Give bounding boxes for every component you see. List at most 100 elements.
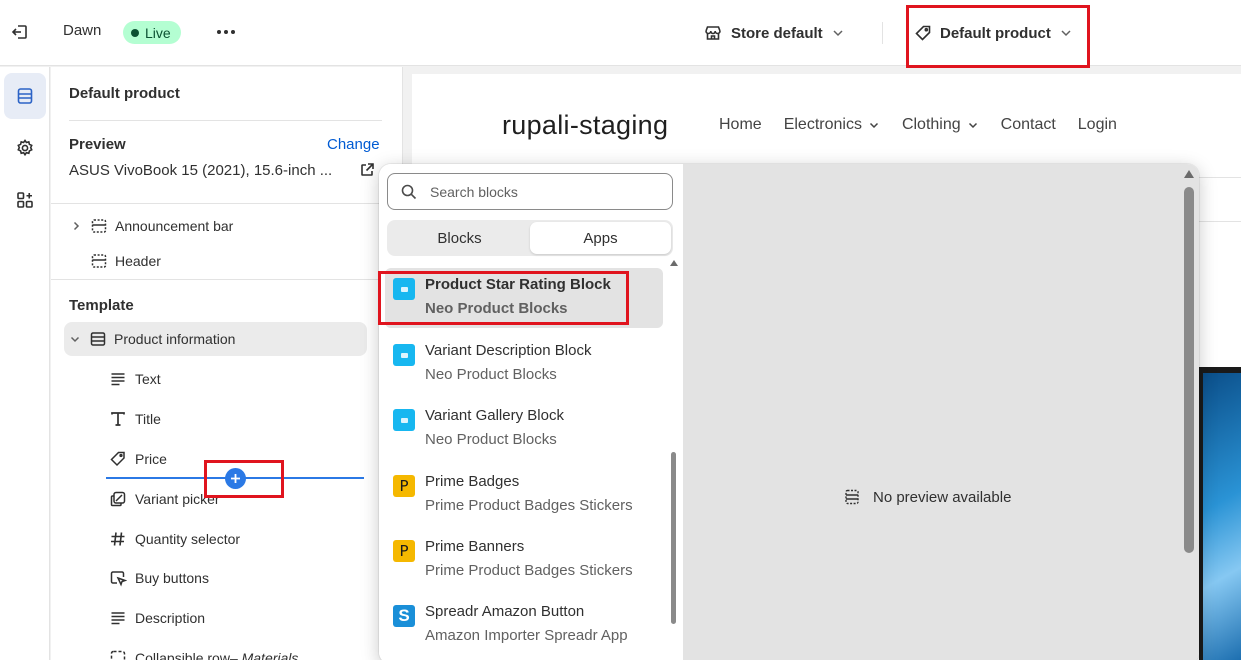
- search-blocks-input[interactable]: [430, 183, 650, 200]
- block-picker-list: Blocks Apps Product Star Rating Block Ne…: [379, 164, 683, 660]
- section-icon: [87, 217, 111, 235]
- nav-item-login[interactable]: Login: [1078, 116, 1117, 134]
- block-label: Buy buttons: [135, 570, 209, 586]
- theme-settings-rail-button[interactable]: [4, 125, 46, 171]
- app-embeds-rail-button[interactable]: [4, 177, 46, 223]
- section-product-information[interactable]: Product information: [64, 322, 367, 356]
- block-label: Description: [135, 610, 206, 626]
- block-name: Prime Badges: [425, 473, 520, 490]
- block-description[interactable]: Description: [107, 601, 205, 635]
- scroll-up-arrow-icon[interactable]: [1184, 170, 1194, 178]
- block-title[interactable]: Title: [107, 402, 161, 436]
- nav-label: Electronics: [783, 116, 862, 133]
- shop-nav: Home Electronics Clothing Contact Login: [719, 116, 1139, 134]
- block-app-name: Neo Product Blocks: [425, 431, 557, 448]
- section-icon: [87, 252, 111, 270]
- block-name: Prime Banners: [425, 538, 525, 555]
- nav-label: Home: [719, 116, 762, 133]
- chevron-down-icon[interactable]: [64, 333, 86, 345]
- store-selector-label: Store default: [731, 24, 823, 42]
- block-name: Variant Description Block: [425, 342, 592, 359]
- header-divider: [1192, 221, 1241, 222]
- app-block-spreadr-amazon-button[interactable]: S Spreadr Amazon Button Amazon Importer …: [385, 595, 663, 655]
- shop-name[interactable]: rupali-staging: [502, 110, 668, 141]
- sections-icon: [15, 86, 35, 106]
- spreadr-app-icon: S: [393, 605, 415, 627]
- block-variant-picker[interactable]: Variant picker: [107, 482, 220, 516]
- app-block-variant-gallery[interactable]: Variant Gallery Block Neo Product Blocks: [385, 399, 663, 459]
- block-label: Text: [135, 371, 161, 387]
- more-actions-button[interactable]: [214, 22, 238, 42]
- block-name: Spreadr Amazon Button: [425, 603, 585, 620]
- block-buy-buttons[interactable]: Buy buttons: [107, 561, 209, 595]
- section-label: Header: [115, 253, 161, 269]
- chevron-down-icon: [868, 119, 880, 131]
- block-name: Variant Gallery Block: [425, 407, 564, 424]
- highlight-star-rating-block: [378, 271, 629, 325]
- exit-icon[interactable]: [10, 22, 32, 42]
- nav-label: Contact: [1000, 116, 1056, 133]
- variant-icon: [107, 490, 129, 508]
- section-announcement-bar[interactable]: Announcement bar: [65, 209, 368, 243]
- block-preview-pane: No preview available: [683, 164, 1199, 660]
- prime-app-icon: P: [393, 475, 415, 497]
- section-icon: [86, 330, 110, 348]
- app-block-prime-banners[interactable]: P Prime Banners Prime Product Badges Sti…: [385, 530, 663, 590]
- block-label: Quantity selector: [135, 531, 241, 547]
- search-blocks-field[interactable]: [387, 173, 673, 210]
- title-t-icon: [107, 410, 129, 428]
- neo-app-icon: [393, 344, 415, 366]
- theme-name: Dawn: [63, 22, 102, 39]
- live-badge-label: Live: [145, 24, 171, 41]
- block-label: Price: [135, 451, 167, 467]
- store-selector[interactable]: Store default: [703, 20, 845, 46]
- tab-apps[interactable]: Apps: [530, 222, 671, 254]
- block-price[interactable]: Price: [107, 442, 167, 476]
- scroll-up-arrow-icon[interactable]: [670, 260, 678, 266]
- block-app-name: Neo Product Blocks: [425, 366, 557, 383]
- no-preview-message: No preview available: [843, 488, 1011, 506]
- scrollbar-thumb[interactable]: [1184, 187, 1194, 553]
- prime-app-icon: P: [393, 540, 415, 562]
- scrollbar-thumb[interactable]: [671, 452, 676, 624]
- change-preview-link[interactable]: Change: [327, 136, 380, 153]
- nav-item-clothing[interactable]: Clothing: [902, 116, 979, 134]
- chevron-down-icon: [831, 26, 845, 40]
- nav-item-home[interactable]: Home: [719, 116, 762, 134]
- preview-scrollbar[interactable]: [1183, 168, 1195, 660]
- block-collapsible-row[interactable]: Collapsible row – Materials: [107, 641, 298, 660]
- section-label: Announcement bar: [115, 218, 234, 234]
- block-app-name: Prime Product Badges Stickers: [425, 497, 633, 514]
- nav-item-electronics[interactable]: Electronics: [784, 116, 880, 134]
- sections-rail-button[interactable]: [4, 73, 46, 119]
- tab-blocks[interactable]: Blocks: [389, 222, 530, 254]
- live-dot-icon: [131, 28, 139, 37]
- store-icon: [703, 23, 723, 43]
- preview-product-name: ASUS VivoBook 15 (2021), 15.6-inch ...: [69, 162, 333, 179]
- app-block-prime-badges[interactable]: P Prime Badges Prime Product Badges Stic…: [385, 465, 663, 525]
- block-label: Collapsible row: [135, 650, 230, 660]
- section-label: Product information: [114, 331, 236, 347]
- panel-title: Default product: [69, 85, 180, 102]
- neo-app-icon: [393, 409, 415, 431]
- editor-rail: [0, 67, 50, 660]
- text-lines-icon: [107, 370, 129, 388]
- nav-label: Clothing: [901, 116, 961, 133]
- template-label: Template: [69, 297, 134, 314]
- app-block-variant-description[interactable]: Variant Description Block Neo Product Bl…: [385, 334, 663, 394]
- live-status-badge: Live: [123, 21, 181, 44]
- price-tag-icon: [107, 450, 129, 468]
- nav-item-contact[interactable]: Contact: [1001, 116, 1056, 134]
- chevron-right-icon[interactable]: [65, 220, 87, 232]
- section-header[interactable]: Header: [65, 244, 368, 278]
- block-list-scrollbar[interactable]: [670, 260, 678, 660]
- block-quantity-selector[interactable]: Quantity selector: [107, 522, 240, 556]
- gear-icon: [15, 138, 35, 158]
- external-link-icon[interactable]: [359, 162, 375, 178]
- header-divider: [1192, 177, 1241, 178]
- chevron-down-icon: [967, 119, 979, 131]
- panel-divider: [51, 203, 402, 204]
- block-text[interactable]: Text: [107, 362, 161, 396]
- sections-panel: Default product Preview Change ASUS Vivo…: [51, 67, 403, 660]
- search-icon: [400, 183, 418, 201]
